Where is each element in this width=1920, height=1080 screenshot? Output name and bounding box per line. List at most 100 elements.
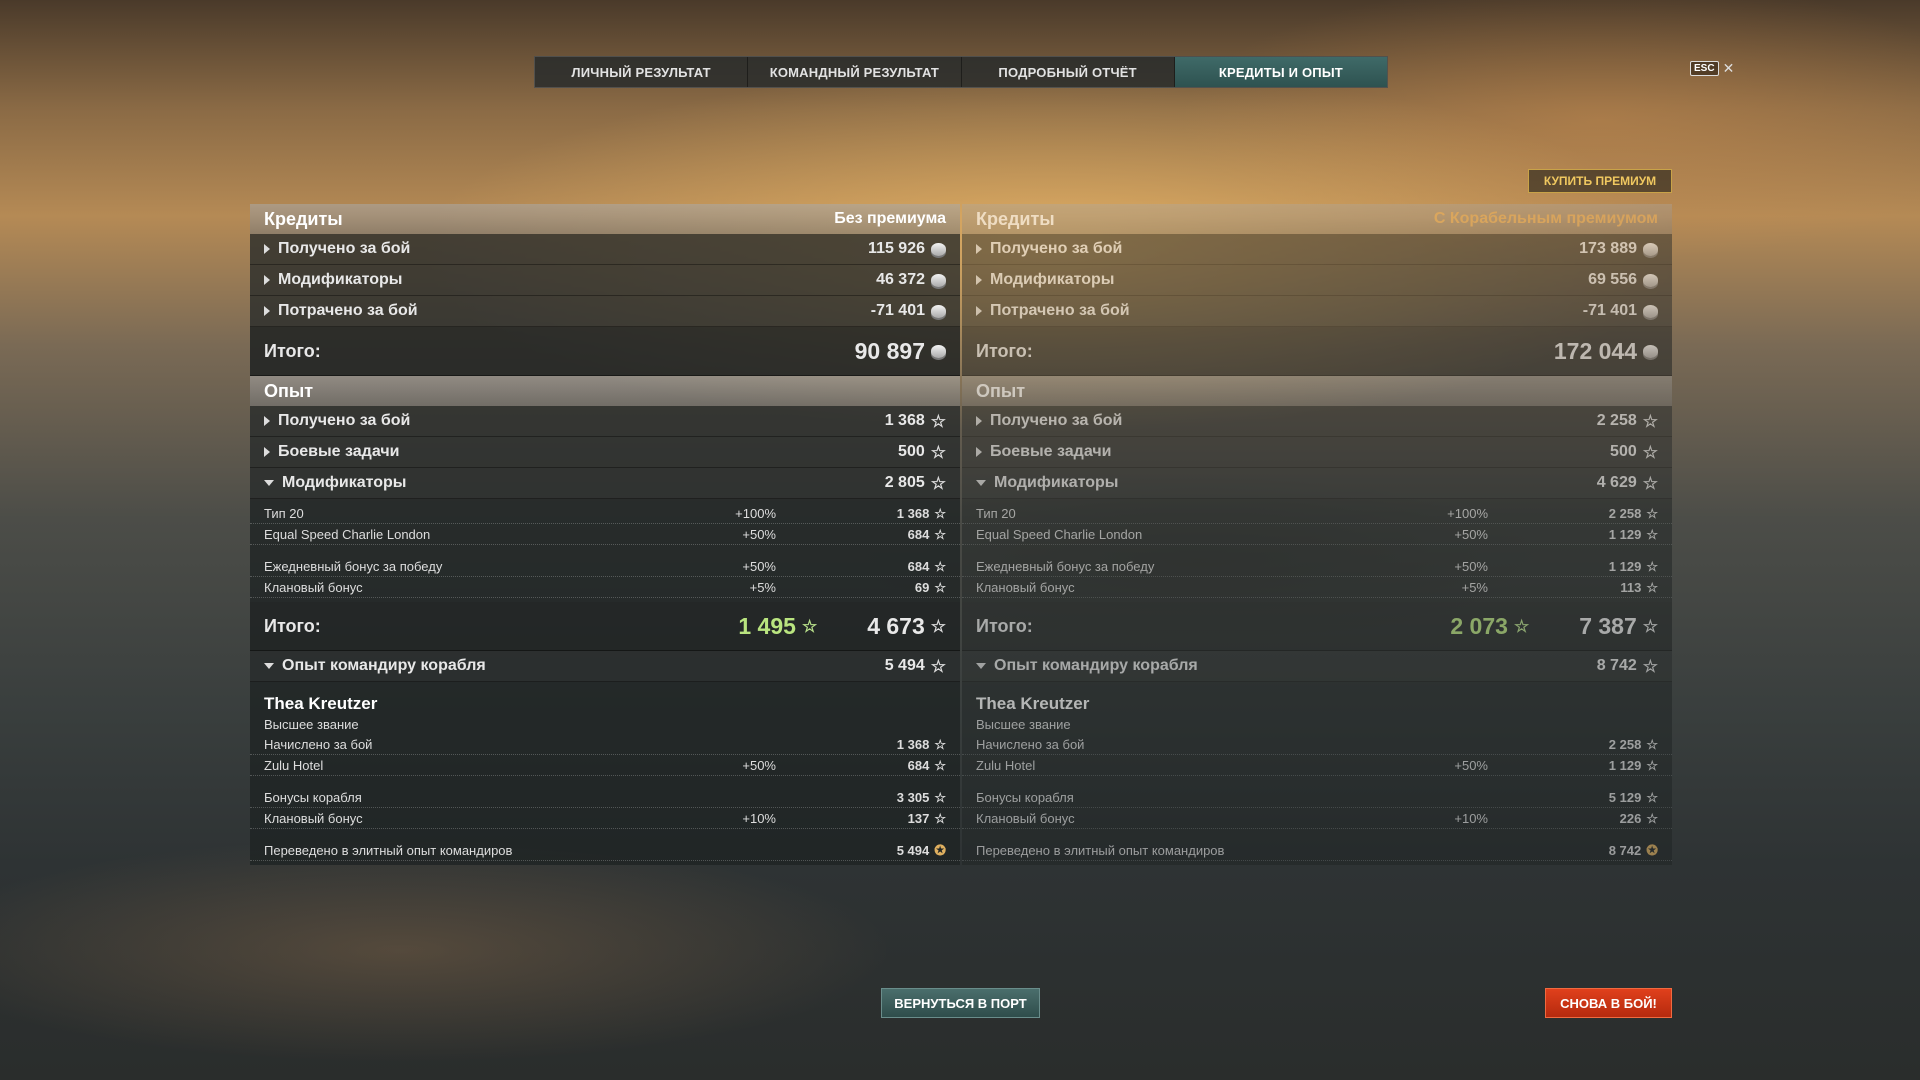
row-label: Модификаторы (994, 474, 1119, 491)
commander-xp-row[interactable]: Опыт командиру корабля 8 742 ☆ (962, 651, 1672, 682)
item-value: 226 (1619, 810, 1642, 826)
row-value: 500 (898, 443, 925, 460)
row-label: Опыт командиру корабля (282, 657, 486, 674)
item-percent: +50% (1454, 526, 1488, 542)
close-icon: ✕ (1722, 60, 1735, 76)
item-value: 113 (1620, 579, 1642, 595)
credits-coin-icon (931, 304, 946, 318)
credits-coin-icon (931, 344, 946, 358)
xp-star-icon: ☆ (1646, 736, 1658, 752)
expand-arrow-icon (264, 244, 270, 254)
item-value: 2 258 (1608, 736, 1642, 752)
item-percent: +5% (1461, 579, 1488, 595)
expand-arrow-icon (264, 416, 270, 426)
xp-row-missions[interactable]: Боевые задачи 500 ☆ (250, 437, 960, 468)
item-percent: +100% (735, 505, 776, 521)
tab-team-result[interactable]: КОМАНДНЫЙ РЕЗУЛЬТАТ (748, 57, 962, 87)
credits-title: Кредиты (264, 208, 343, 229)
xp-star-icon: ☆ (1642, 411, 1658, 431)
list-item: Equal Speed Charlie London +50% 1 129 ☆ (962, 524, 1672, 545)
item-value: 2 258 (1608, 505, 1642, 521)
list-item: Переведено в элитный опыт командиров 5 49… (250, 840, 960, 861)
item-value: 1 129 (1608, 526, 1642, 542)
item-value: 137 (907, 810, 930, 826)
buy-premium-button[interactable]: КУПИТЬ ПРЕМИУМ (1528, 169, 1672, 193)
free-xp-star-icon: ☆ (1513, 616, 1530, 636)
xp-star-icon: ☆ (934, 810, 946, 826)
row-value: 4 629 (1596, 474, 1637, 491)
xp-row-missions[interactable]: Боевые задачи 500 ☆ (962, 437, 1672, 468)
commander-detail: Thea Kreutzer Высшее звание Начислено за… (962, 682, 1672, 865)
item-value: 684 (907, 526, 930, 542)
xp-star-icon: ☆ (1642, 656, 1658, 676)
credits-row-modifiers[interactable]: Модификаторы 69 556 (962, 265, 1672, 296)
xp-row-earned[interactable]: Получено за бой 2 258 ☆ (962, 406, 1672, 437)
xp-row-modifiers[interactable]: Модификаторы 4 629 ☆ (962, 468, 1672, 499)
item-value: 69 (914, 579, 930, 595)
xp-star-icon: ☆ (934, 736, 946, 752)
row-label: Потрачено за бой (278, 302, 418, 319)
item-label: Переведено в элитный опыт командиров (264, 842, 513, 858)
item-percent: +10% (1454, 810, 1488, 826)
total-label: Итого: (976, 615, 1033, 636)
list-item: Клановый бонус +5% 113 ☆ (962, 577, 1672, 598)
row-value: 115 926 (868, 240, 925, 257)
credits-row-spent[interactable]: Потрачено за бой -71 401 (250, 296, 960, 327)
results-tabs: ЛИЧНЫЙ РЕЗУЛЬТАТ КОМАНДНЫЙ РЕЗУЛЬТАТ ПОД… (534, 56, 1388, 88)
close-button[interactable]: ESC ✕ (1690, 60, 1734, 77)
row-label: Получено за бой (278, 240, 411, 257)
free-xp-value: 1 495 (738, 612, 796, 639)
item-percent: +50% (742, 558, 776, 574)
item-label: Ежедневный бонус за победу (976, 558, 1155, 574)
row-label: Боевые задачи (990, 443, 1112, 460)
xp-star-icon: ☆ (934, 757, 946, 773)
xp-total: Итого: 2 073 ☆ 7 387 ☆ (962, 602, 1672, 651)
xp-star-icon: ☆ (934, 579, 946, 595)
item-label: Переведено в элитный опыт командиров (976, 842, 1225, 858)
xp-row-earned[interactable]: Получено за бой 1 368 ☆ (250, 406, 960, 437)
xp-total: Итого: 1 495 ☆ 4 673 ☆ (250, 602, 960, 651)
item-percent: +50% (742, 526, 776, 542)
list-item: Клановый бонус +10% 226 ☆ (962, 808, 1672, 829)
tab-detailed-report[interactable]: ПОДРОБНЫЙ ОТЧЁТ (962, 57, 1175, 87)
item-value: 684 (907, 757, 930, 773)
collapse-arrow-icon (264, 663, 274, 669)
tab-personal-result[interactable]: ЛИЧНЫЙ РЕЗУЛЬТАТ (535, 57, 749, 87)
tab-credits-and-xp[interactable]: КРЕДИТЫ И ОПЫТ (1174, 57, 1387, 87)
row-value: 69 556 (1588, 271, 1637, 288)
item-label: Клановый бонус (976, 810, 1075, 826)
return-to-port-button[interactable]: ВЕРНУТЬСЯ В ПОРТ (881, 988, 1040, 1018)
panel-ship-premium: Кредиты С Корабельным премиумом Получено… (962, 204, 1672, 865)
credits-row-earned[interactable]: Получено за бой 115 926 (250, 234, 960, 265)
credits-row-earned[interactable]: Получено за бой 173 889 (962, 234, 1672, 265)
row-label: Получено за бой (278, 412, 411, 429)
credits-row-modifiers[interactable]: Модификаторы 46 372 (250, 265, 960, 296)
xp-star-icon: ☆ (930, 442, 946, 462)
xp-star-icon: ☆ (1646, 505, 1658, 521)
xp-star-icon: ☆ (930, 616, 946, 636)
credits-row-spent[interactable]: Потрачено за бой -71 401 (962, 296, 1672, 327)
commander-xp-row[interactable]: Опыт командиру корабля 5 494 ☆ (250, 651, 960, 682)
expand-arrow-icon (264, 306, 270, 316)
row-label: Получено за бой (990, 412, 1123, 429)
list-item: Переведено в элитный опыт командиров 8 74… (962, 840, 1672, 861)
list-item: Ежедневный бонус за победу +50% 684 ☆ (250, 556, 960, 577)
item-label: Бонусы корабля (264, 789, 362, 805)
credits-title: Кредиты (976, 208, 1055, 229)
row-label: Получено за бой (990, 240, 1123, 257)
item-label: Equal Speed Charlie London (976, 526, 1143, 542)
credits-total: Итого: 172 044 (962, 327, 1672, 376)
row-value: 1 368 (884, 412, 925, 429)
item-label: Бонусы корабля (976, 789, 1074, 805)
row-label: Модификаторы (282, 474, 407, 491)
credits-coin-icon (931, 273, 946, 287)
xp-star-icon: ☆ (1642, 473, 1658, 493)
xp-star-icon: ☆ (930, 473, 946, 493)
collapse-arrow-icon (976, 663, 986, 669)
row-label: Потрачено за бой (990, 302, 1130, 319)
xp-row-modifiers[interactable]: Модификаторы 2 805 ☆ (250, 468, 960, 499)
item-value: 5 129 (1608, 789, 1642, 805)
battle-again-button[interactable]: СНОВА В БОЙ! (1545, 988, 1672, 1018)
esc-key-icon: ESC (1690, 61, 1719, 76)
xp-star-icon: ☆ (930, 656, 946, 676)
